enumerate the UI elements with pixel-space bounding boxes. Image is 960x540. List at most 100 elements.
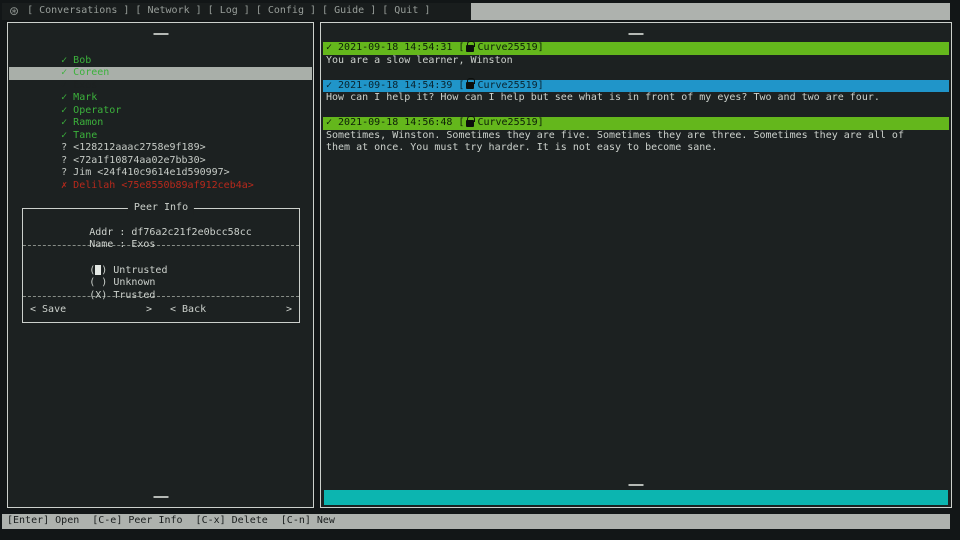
paren: ) <box>101 277 107 288</box>
shortcut-delete: [C-x] Delete <box>196 515 268 528</box>
conversation-panel: ✓ 2021-09-18 14:54:31 [ Curve25519] You are… <box>320 22 952 508</box>
radio-label: Unknown <box>113 277 155 288</box>
peer-name: Mark <box>73 92 97 103</box>
peer-name: <72a1f10874aa02e7bb30> <box>73 155 205 166</box>
trusted-check-icon: ✓ <box>61 92 73 105</box>
back-button-label: Back <box>182 304 206 317</box>
trusted-check-icon: ✓ <box>61 67 73 80</box>
trusted-check-icon: ✓ <box>61 55 73 68</box>
lock-icon <box>466 82 474 89</box>
scroll-indicator-top <box>629 33 644 35</box>
addr-value: df76a2c21f2e0bcc58cc <box>131 227 251 238</box>
shortcut-label: Open <box>55 515 79 528</box>
menu-item-log[interactable]: [ Log ] <box>208 5 250 18</box>
bracket: ] <box>538 117 544 130</box>
peer-addr-row: Addr :df76a2c21f2e0bcc58cc <box>23 214 299 227</box>
app-window: ⊛ [ Conversations ] [ Network ] [ Log ] … <box>0 0 960 540</box>
addr-label: Addr : <box>89 227 125 238</box>
scroll-indicator-top <box>153 33 168 35</box>
peer-name: Exos <box>73 80 97 91</box>
message-list: ✓ 2021-09-18 14:54:31 [ Curve25519] You are… <box>323 42 949 167</box>
peer-name: Operator <box>73 105 121 116</box>
message-body: Sometimes, Winston. Sometimes they are f… <box>323 130 929 155</box>
peer-list: ✓Bob ✓Coreen ✓Exos ✓Mark ✓Operator ✓Ramo… <box>9 42 312 180</box>
unknown-question-icon: ? <box>61 167 73 180</box>
paren: ) <box>101 265 107 276</box>
blocked-cross-icon: ✗ <box>61 180 73 193</box>
scroll-indicator-bottom <box>153 496 168 498</box>
menu-bar: ⊛ [ Conversations ] [ Network ] [ Log ] … <box>2 3 950 20</box>
paren: ) <box>101 290 107 301</box>
message-body: You are a slow learner, Winston <box>323 55 929 68</box>
encryption-label: Curve25519 <box>477 42 537 55</box>
lock-icon <box>466 120 474 127</box>
delivered-check-icon: ✓ <box>326 42 332 55</box>
button-close-bracket: > <box>146 304 152 317</box>
button-open-bracket: < <box>30 304 36 317</box>
message-header: ✓2021-09-18 14:54:39[Curve25519] <box>323 80 949 93</box>
save-button-label: Save <box>42 304 66 317</box>
message: ✓2021-09-18 14:54:39[Curve25519] How can… <box>323 80 949 105</box>
shortcut-key: [C-n] <box>281 515 311 528</box>
message: ✓ 2021-09-18 14:56:48 [ Curve25519] Sometim… <box>323 117 949 155</box>
shortcut-key: [C-x] <box>196 515 226 528</box>
trusted-check-icon: ✓ <box>61 117 73 130</box>
message-timestamp: 2021-09-18 14:54:39 <box>338 80 452 93</box>
name-label: Name : <box>89 239 125 250</box>
peer-name: <128212aaac2758e9f189> <box>73 142 205 153</box>
shortcut-label: Peer Info <box>128 515 182 528</box>
menu-item-quit[interactable]: [ Quit ] <box>382 5 430 18</box>
peer-info-title: Peer Info <box>128 202 194 215</box>
status-bar: [Enter] Open [C-e] Peer Info [C-x] Delete [… <box>2 514 950 529</box>
bracket: [ <box>458 42 464 55</box>
shortcut-new: [C-n] New <box>281 515 335 528</box>
lock-icon <box>466 45 474 52</box>
menu-item-network[interactable]: [ Network ] <box>135 5 201 18</box>
menu-item-config[interactable]: [ Config ] <box>256 5 316 18</box>
menu-bar-spacer <box>471 3 950 20</box>
shortcut-open: [Enter] Open <box>7 515 79 528</box>
peer-name: Coreen <box>73 67 109 78</box>
message-input[interactable] <box>324 490 948 505</box>
trusted-check-icon: ✓ <box>61 130 73 143</box>
scroll-indicator-bottom <box>629 484 644 486</box>
peer-name: Ramon <box>73 117 103 128</box>
message-timestamp: 2021-09-18 14:56:48 <box>338 117 452 130</box>
radio-label: Trusted <box>113 290 155 301</box>
message-header: ✓ 2021-09-18 14:54:31 [ Curve25519] <box>323 42 949 55</box>
save-button[interactable]: < Save > <box>30 304 152 317</box>
bracket: ] <box>538 80 544 93</box>
shortcut-peer-info: [C-e] Peer Info <box>92 515 182 528</box>
encryption-label: Curve25519 <box>477 117 537 130</box>
unknown-question-icon: ? <box>61 142 73 155</box>
bracket: ] <box>538 42 544 55</box>
delivered-check-icon: ✓ <box>326 117 332 130</box>
peer-name: Bob <box>73 55 91 66</box>
bracket: [ <box>458 80 464 93</box>
peer-row-bob[interactable]: ✓Bob <box>9 42 312 55</box>
shortcut-label: New <box>317 515 335 528</box>
trusted-check-icon: ✓ <box>61 105 73 118</box>
back-button[interactable]: < Back > <box>170 304 292 317</box>
app-logo-icon: ⊛ <box>9 3 19 20</box>
unknown-question-icon: ? <box>61 155 73 168</box>
message-header: ✓ 2021-09-18 14:56:48 [ Curve25519] <box>323 117 949 130</box>
peer-name: Tane <box>73 130 97 141</box>
radio-label: Untrusted <box>113 265 167 276</box>
bracket: [ <box>458 117 464 130</box>
peer-name: Delilah <75e8550b89af912ceb4a> <box>73 180 254 191</box>
shortcut-key: [C-e] <box>92 515 122 528</box>
menu-item-conversations[interactable]: [ Conversations ] <box>27 5 129 18</box>
message-timestamp: 2021-09-18 14:54:31 <box>338 42 452 55</box>
name-value: Exos <box>131 239 155 250</box>
shortcut-key: [Enter] <box>7 515 49 528</box>
menu-item-guide[interactable]: [ Guide ] <box>322 5 376 18</box>
peer-name: Jim <24f410c9614e1d590997> <box>73 167 230 178</box>
message-body: How can I help it? How can I help but se… <box>323 92 929 105</box>
button-open-bracket: < <box>170 304 176 317</box>
message: ✓ 2021-09-18 14:54:31 [ Curve25519] You are… <box>323 42 949 67</box>
trusted-check-icon: ✓ <box>61 80 73 93</box>
shortcut-label: Delete <box>232 515 268 528</box>
peer-info-dialog: Peer Info Addr :df76a2c21f2e0bcc58cc Nam… <box>22 208 300 323</box>
delivered-check-icon: ✓ <box>326 80 332 93</box>
